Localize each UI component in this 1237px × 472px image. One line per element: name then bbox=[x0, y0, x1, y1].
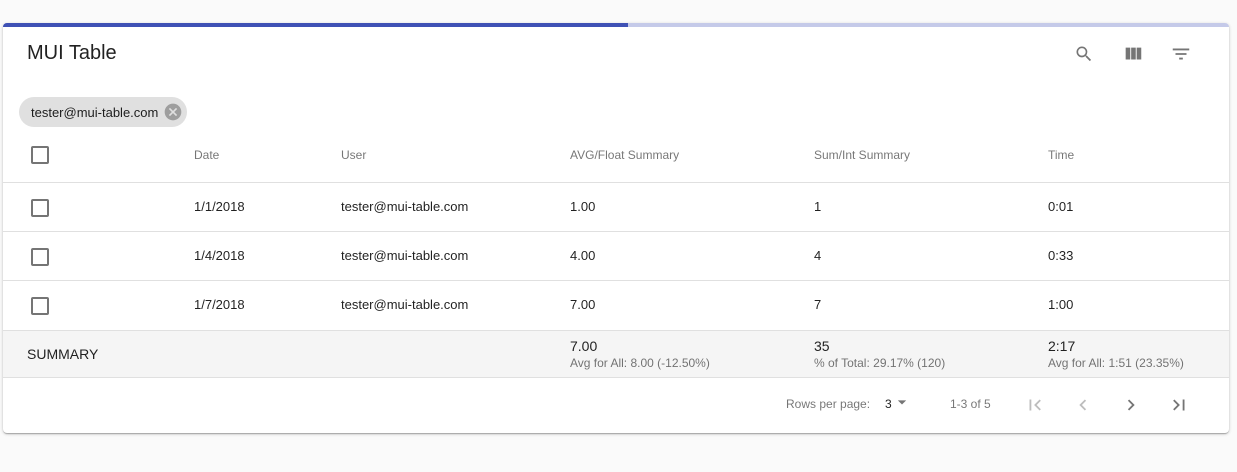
table-row[interactable]: 1/4/2018 tester@mui-table.com 4.00 4 0:3… bbox=[3, 231, 1229, 280]
column-header-sum[interactable]: Sum/Int Summary bbox=[814, 148, 910, 162]
pagination-range: 1-3 of 5 bbox=[950, 397, 991, 411]
table-title: MUI Table bbox=[27, 42, 117, 64]
summary-time-note: Avg for All: 1:51 (23.35%) bbox=[1048, 356, 1184, 370]
cell-date: 1/4/2018 bbox=[194, 248, 245, 263]
first-page-icon[interactable] bbox=[1021, 391, 1049, 419]
column-header-user[interactable]: User bbox=[341, 148, 366, 162]
cell-sum: 4 bbox=[814, 248, 822, 263]
cell-time: 0:33 bbox=[1048, 248, 1074, 263]
table-row[interactable]: 1/7/2018 tester@mui-table.com 7.00 7 1:0… bbox=[3, 280, 1229, 329]
chevron-left-icon[interactable] bbox=[1069, 391, 1097, 419]
cell-avg: 1.00 bbox=[570, 199, 596, 214]
cell-time: 1:00 bbox=[1048, 297, 1074, 312]
cell-sum: 1 bbox=[814, 199, 822, 214]
rows-per-page-select[interactable]: 3 bbox=[881, 392, 912, 416]
view-column-icon[interactable] bbox=[1119, 40, 1147, 68]
arrow-drop-down-icon bbox=[892, 392, 912, 417]
cell-user: tester@mui-table.com bbox=[341, 248, 469, 263]
select-all-checkbox[interactable] bbox=[31, 146, 49, 164]
filter-list-icon[interactable] bbox=[1167, 40, 1195, 68]
cell-date: 1/1/2018 bbox=[194, 199, 245, 214]
cell-avg: 4.00 bbox=[570, 248, 596, 263]
row-checkbox[interactable] bbox=[31, 297, 49, 315]
column-header-avg[interactable]: AVG/Float Summary bbox=[570, 148, 679, 162]
filter-chip-label: tester@mui-table.com bbox=[31, 104, 159, 120]
search-icon[interactable] bbox=[1070, 40, 1098, 68]
cell-avg: 7.00 bbox=[570, 297, 596, 312]
cell-time: 0:01 bbox=[1048, 199, 1074, 214]
summary-avg-value: 7.00 bbox=[570, 338, 598, 354]
rows-per-page-value: 3 bbox=[885, 397, 892, 411]
cell-user: tester@mui-table.com bbox=[341, 199, 469, 214]
summary-sum-note: % of Total: 29.17% (120) bbox=[814, 356, 946, 370]
table-row[interactable]: 1/1/2018 tester@mui-table.com 1.00 1 0:0… bbox=[3, 182, 1229, 231]
row-checkbox[interactable] bbox=[31, 199, 49, 217]
summary-label: SUMMARY bbox=[27, 346, 99, 362]
column-header-time[interactable]: Time bbox=[1048, 148, 1074, 162]
summary-avg-note: Avg for All: 8.00 (-12.50%) bbox=[570, 356, 710, 370]
loading-progress-fill bbox=[3, 23, 629, 27]
chevron-right-icon[interactable] bbox=[1117, 391, 1145, 419]
filter-chip[interactable]: tester@mui-table.com bbox=[19, 97, 188, 127]
summary-row: SUMMARY 7.00 Avg for All: 8.00 (-12.50%)… bbox=[3, 330, 1229, 378]
summary-sum-value: 35 bbox=[814, 338, 830, 354]
loading-progress-bar bbox=[3, 23, 1229, 27]
rows-per-page-label: Rows per page: bbox=[786, 397, 871, 411]
cell-sum: 7 bbox=[814, 297, 822, 312]
cancel-icon[interactable] bbox=[163, 102, 183, 122]
summary-time-value: 2:17 bbox=[1048, 338, 1076, 354]
column-header-date[interactable]: Date bbox=[194, 148, 219, 162]
row-checkbox[interactable] bbox=[31, 248, 49, 266]
table-card: MUI Table tester@mui-table.com Date User… bbox=[3, 23, 1229, 433]
last-page-icon[interactable] bbox=[1165, 391, 1193, 419]
cell-user: tester@mui-table.com bbox=[341, 297, 469, 312]
cell-date: 1/7/2018 bbox=[194, 297, 245, 312]
